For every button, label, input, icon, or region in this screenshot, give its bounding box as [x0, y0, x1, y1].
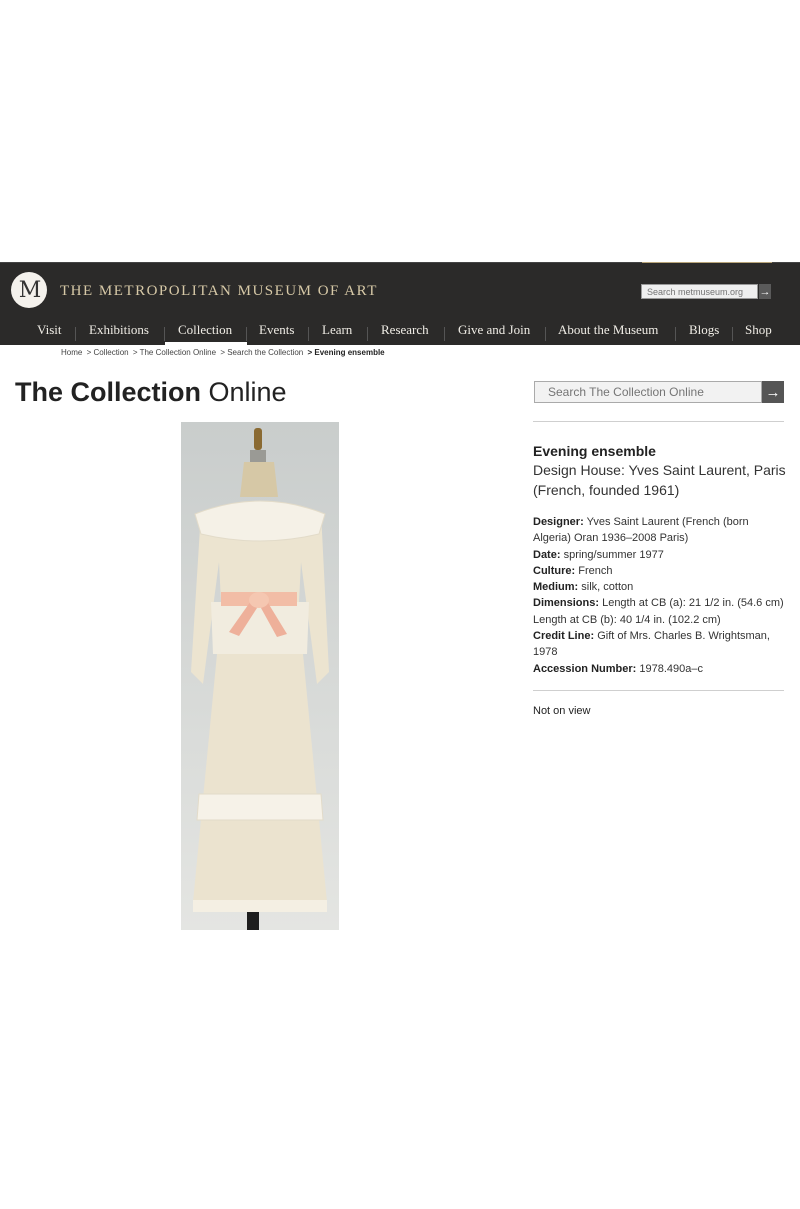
arrow-right-icon: → — [759, 285, 771, 298]
detail-culture: Culture: French — [533, 563, 788, 579]
nav-item-shop[interactable]: Shop — [745, 322, 772, 338]
site-search-input[interactable] — [641, 284, 758, 299]
nav-item-collection[interactable]: Collection — [178, 322, 232, 338]
breadcrumb: Home > Collection > The Collection Onlin… — [61, 348, 387, 357]
site-header: M THE METROPOLITAN MUSEUM OF ART → Visit… — [0, 262, 800, 345]
object-title: Evening ensemble — [533, 443, 656, 459]
nav-active-indicator — [165, 342, 247, 345]
detail-value: spring/summer 1977 — [563, 548, 664, 561]
detail-label: Dimensions: — [533, 597, 600, 610]
breadcrumb-current: > Evening ensemble — [307, 348, 385, 357]
breadcrumb-home[interactable]: Home — [61, 348, 82, 357]
nav-item-learn[interactable]: Learn — [322, 322, 352, 338]
nav-separator — [545, 327, 546, 341]
page-title: The Collection Online — [15, 377, 287, 408]
detail-label: Designer: — [533, 516, 584, 528]
page-title-bold: The Collection — [15, 377, 202, 407]
header-accent-line — [642, 262, 772, 263]
detail-accession-number: Accession Number: 1978.490a–c — [533, 661, 788, 677]
breadcrumb-search[interactable]: > Search the Collection — [220, 348, 303, 357]
detail-label: Medium: — [533, 581, 579, 594]
nav-item-exhibitions[interactable]: Exhibitions — [89, 322, 149, 338]
main-nav: Visit Exhibitions Collection Events Lear… — [0, 320, 800, 345]
met-logo[interactable]: M — [11, 272, 47, 308]
nav-separator — [246, 327, 247, 341]
nav-item-events[interactable]: Events — [259, 322, 294, 338]
details-divider-top — [533, 421, 784, 422]
nav-separator — [367, 327, 368, 341]
detail-label: Date: — [533, 548, 561, 561]
nav-item-blogs[interactable]: Blogs — [689, 322, 719, 338]
object-details: Designer: Yves Saint Laurent (French (bo… — [533, 514, 788, 677]
detail-value: silk, cotton — [581, 581, 634, 594]
collection-search: → — [534, 381, 784, 403]
detail-value: 1978.490a–c — [639, 662, 703, 675]
nav-item-give-and-join[interactable]: Give and Join — [458, 322, 530, 338]
nav-separator — [308, 327, 309, 341]
arrow-right-icon: → — [765, 383, 781, 401]
detail-label: Accession Number: — [533, 662, 637, 675]
nav-separator — [75, 327, 76, 341]
nav-item-about-the-museum[interactable]: About the Museum — [558, 322, 658, 338]
nav-item-visit[interactable]: Visit — [37, 322, 62, 338]
collection-search-input[interactable] — [534, 381, 763, 403]
object-image[interactable] — [181, 422, 339, 930]
object-maker: Design House: Yves Saint Laurent, Paris … — [533, 462, 786, 498]
nav-separator — [164, 327, 165, 341]
page-title-light: Online — [208, 377, 287, 407]
nav-separator — [444, 327, 445, 341]
detail-value: French — [578, 564, 613, 577]
detail-credit-line: Credit Line: Gift of Mrs. Charles B. Wri… — [533, 628, 788, 661]
detail-medium: Medium: silk, cotton — [533, 579, 788, 595]
breadcrumb-collection-online[interactable]: > The Collection Online — [133, 348, 216, 357]
logo-letter: M — [18, 277, 41, 303]
breadcrumb-collection[interactable]: > Collection — [87, 348, 129, 357]
site-search: → — [641, 284, 771, 299]
on-view-status: Not on view — [533, 705, 591, 717]
detail-label: Culture: — [533, 564, 576, 577]
evening-ensemble-photo — [181, 422, 339, 930]
nav-separator — [675, 327, 676, 341]
detail-label: Credit Line: — [533, 630, 595, 643]
collection-search-button[interactable]: → — [762, 381, 784, 403]
detail-designer: Designer: Yves Saint Laurent (French (bo… — [533, 514, 788, 547]
detail-dimensions: Dimensions: Length at CB (a): 21 1/2 in.… — [533, 595, 788, 628]
detail-date: Date: spring/summer 1977 — [533, 547, 788, 563]
nav-separator — [732, 327, 733, 341]
nav-item-research[interactable]: Research — [381, 322, 429, 338]
details-divider-bottom — [533, 690, 784, 691]
museum-name[interactable]: THE METROPOLITAN MUSEUM OF ART — [60, 283, 378, 300]
site-search-button[interactable]: → — [759, 284, 771, 299]
